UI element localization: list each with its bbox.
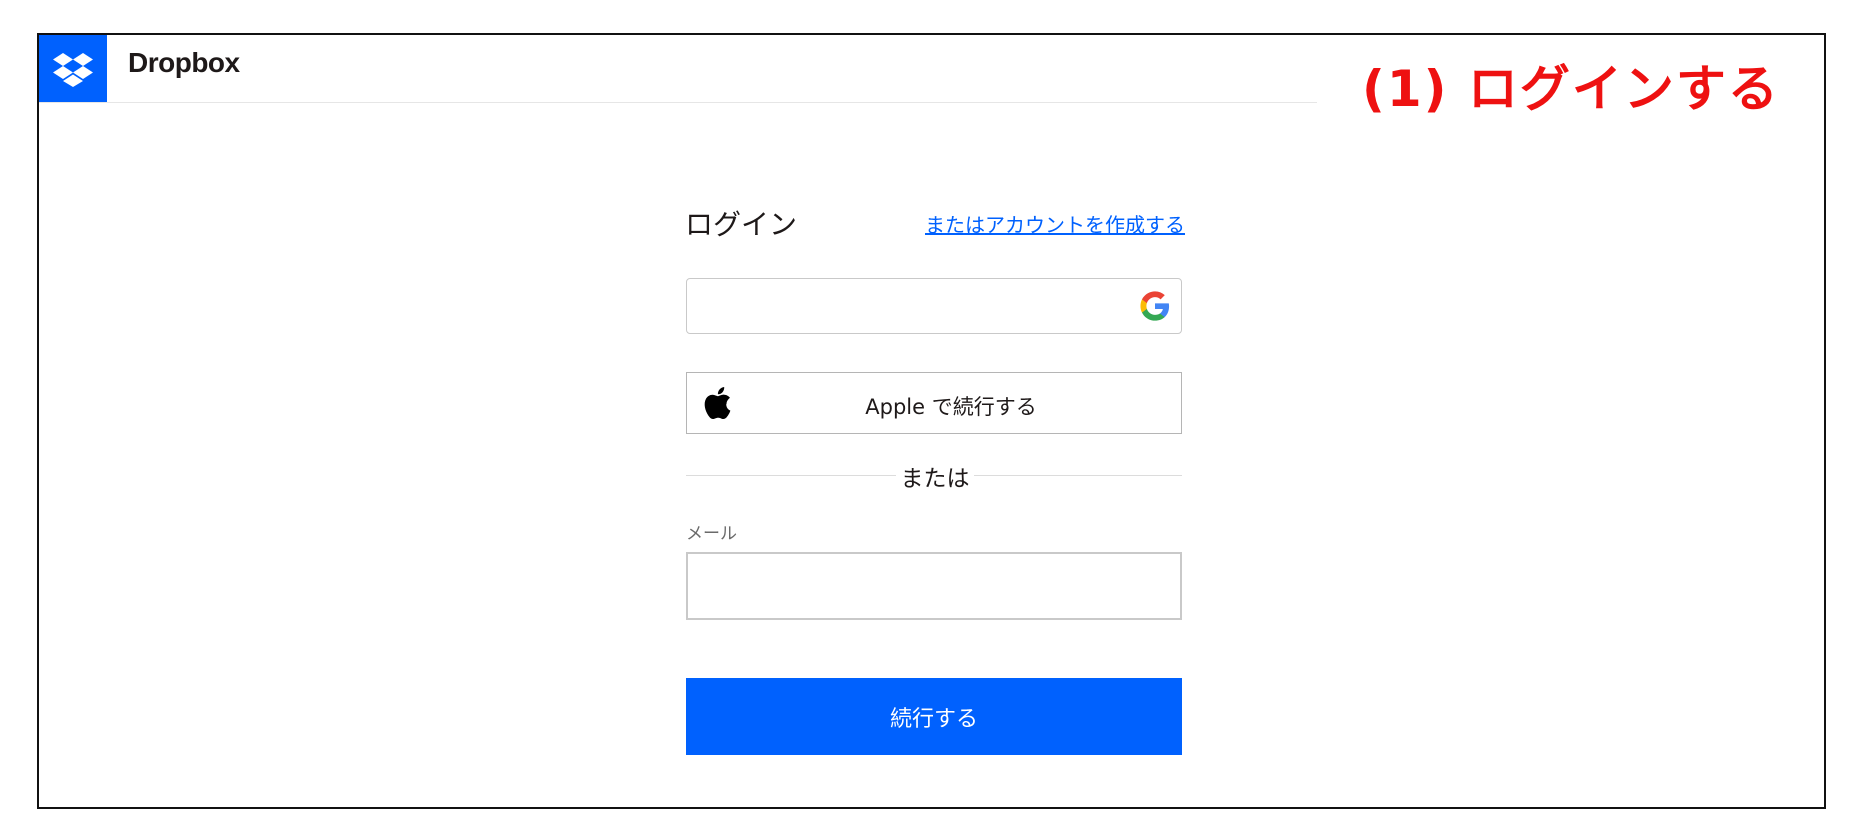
top-header: Dropbox: [39, 35, 1317, 103]
google-sign-in-button[interactable]: [686, 278, 1182, 334]
divider-right: [974, 475, 1182, 476]
continue-button[interactable]: 続行する: [686, 678, 1182, 755]
email-field[interactable]: [686, 552, 1182, 620]
create-account-link[interactable]: またはアカウントを作成する: [925, 209, 1185, 238]
dropbox-logo[interactable]: [39, 35, 107, 102]
dropbox-logo-icon: [53, 52, 93, 87]
email-label: メール: [686, 524, 737, 544]
screenshot-frame: Dropbox (1) ログインする ログイン またはアカウントを作成する Ap…: [37, 33, 1826, 809]
apple-sign-in-button[interactable]: Apple で続行する: [686, 372, 1182, 434]
brand-name: Dropbox: [128, 47, 240, 78]
divider-text: または: [900, 466, 970, 492]
login-title: ログイン: [685, 208, 798, 241]
google-g-icon: [1140, 291, 1170, 321]
apple-button-label: Apple で続行する: [865, 395, 1037, 419]
step-annotation: (1) ログインする: [1362, 60, 1780, 118]
divider-left: [686, 475, 896, 476]
